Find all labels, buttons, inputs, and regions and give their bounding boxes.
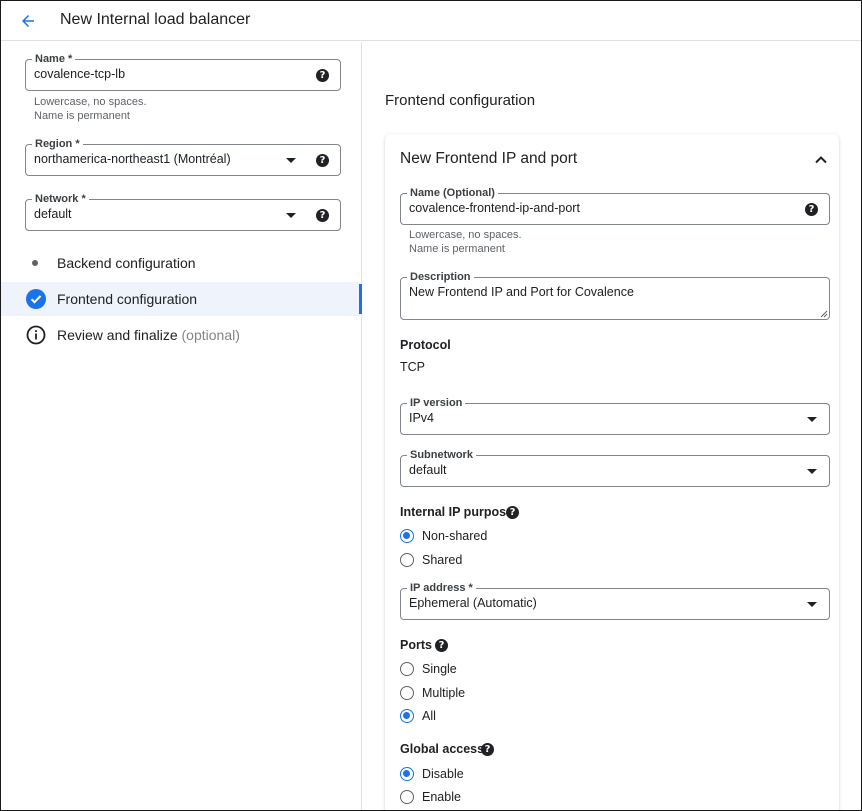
radio-label-all: All (422, 709, 436, 723)
region-select[interactable]: Region * northamerica-northeast1 (Montré… (25, 137, 341, 176)
frontend-card: New Frontend IP and port Name (Optional)… (385, 134, 839, 810)
subnetwork-value: default (409, 463, 447, 477)
frontend-name-label: Name (Optional) (407, 186, 498, 200)
step-backend-configuration[interactable]: Backend configuration (1, 246, 362, 280)
network-select[interactable]: Network * default ? (25, 192, 341, 231)
chevron-up-icon[interactable] (813, 152, 829, 168)
card-title: New Frontend IP and port (400, 150, 578, 167)
ip-version-value: IPv4 (409, 411, 435, 425)
chevron-down-icon (807, 602, 817, 607)
check-circle-icon (26, 289, 46, 309)
info-icon (26, 325, 46, 345)
arrow-left-icon (22, 15, 34, 27)
top-bar: New Internal load balancer (1, 1, 861, 41)
ip-address-select[interactable]: IP address * Ephemeral (Automatic) (400, 581, 830, 620)
right-pane: Frontend configuration New Frontend IP a… (363, 42, 861, 810)
radio-shared[interactable] (400, 553, 414, 567)
frontend-name-hint-permanent: Name is permanent (409, 243, 505, 255)
network-value: default (34, 207, 72, 221)
radio-label-disable: Disable (422, 767, 464, 781)
step-label-text: Review and finalize (57, 327, 178, 343)
frontend-name-value: covalence-frontend-ip-and-port (409, 201, 580, 215)
name-hint-permanent: Name is permanent (34, 110, 130, 122)
region-value: northamerica-northeast1 (Montréal) (34, 152, 231, 166)
radio-label-non-shared: Non-shared (422, 529, 488, 543)
radio-label-enable: Enable (422, 790, 461, 804)
chevron-down-icon (807, 469, 817, 474)
ip-version-select[interactable]: IP version IPv4 (400, 396, 830, 435)
radio-label-multiple: Multiple (422, 686, 466, 700)
section-title: Frontend configuration (385, 92, 536, 109)
name-field-label: Name * (32, 52, 76, 66)
radio-single[interactable] (400, 662, 414, 676)
help-icon[interactable]: ? (435, 639, 448, 652)
radio-multiple[interactable] (400, 686, 414, 700)
chevron-down-icon (286, 213, 296, 218)
help-icon[interactable]: ? (506, 506, 519, 519)
page-title: New Internal load balancer (60, 11, 251, 28)
region-label: Region * (32, 137, 83, 151)
internal-ip-purpose-label: Internal IP purpose (400, 505, 513, 519)
protocol-label: Protocol (400, 338, 451, 352)
radio-disable[interactable] (400, 767, 414, 781)
description-textarea[interactable]: Description New Frontend IP and Port for… (400, 270, 830, 320)
step-review-and-finalize[interactable]: Review and finalize (optional) (1, 318, 362, 352)
chevron-down-icon (286, 158, 296, 163)
name-hint-lowercase: Lowercase, no spaces. (34, 96, 147, 108)
back-button[interactable] (17, 10, 39, 32)
radio-label-shared: Shared (422, 553, 463, 567)
help-icon[interactable]: ? (805, 203, 818, 216)
dot-icon (32, 260, 38, 266)
chevron-down-icon (807, 417, 817, 422)
ip-version-label: IP version (407, 396, 466, 410)
subnetwork-label: Subnetwork (407, 448, 476, 462)
protocol-value: TCP (400, 360, 425, 374)
radio-label-single: Single (422, 662, 457, 676)
help-icon[interactable]: ? (316, 209, 329, 222)
step-frontend-configuration[interactable]: Frontend configuration (1, 282, 362, 316)
ip-address-label: IP address * (407, 581, 476, 595)
resize-handle-icon[interactable] (819, 309, 828, 318)
radio-non-shared[interactable] (400, 529, 414, 543)
step-label: Review and finalize (optional) (57, 327, 240, 343)
left-pane: Name * covalence-tcp-lb ? Lowercase, no … (1, 42, 362, 810)
description-label: Description (407, 270, 474, 284)
help-icon[interactable]: ? (316, 69, 329, 82)
subnetwork-select[interactable]: Subnetwork default (400, 448, 830, 487)
app-window: New Internal load balancer Name * covale… (0, 0, 862, 811)
help-icon[interactable]: ? (481, 743, 494, 756)
active-step-indicator (359, 284, 362, 314)
step-optional-text: (optional) (177, 327, 240, 343)
frontend-name-field[interactable]: Name (Optional) covalence-frontend-ip-an… (400, 186, 830, 225)
frontend-name-hint-lowercase: Lowercase, no spaces. (409, 229, 522, 241)
help-icon[interactable]: ? (316, 154, 329, 167)
step-label: Backend configuration (57, 255, 196, 271)
global-access-label: Global access (400, 742, 485, 756)
description-value: New Frontend IP and Port for Covalence (409, 285, 634, 299)
name-field-value: covalence-tcp-lb (34, 67, 126, 81)
ports-label: Ports (400, 638, 432, 652)
radio-enable[interactable] (400, 790, 414, 804)
name-field[interactable]: Name * covalence-tcp-lb ? (25, 52, 341, 91)
network-label: Network * (32, 192, 89, 206)
step-label: Frontend configuration (57, 291, 198, 307)
ip-address-value: Ephemeral (Automatic) (409, 596, 537, 610)
radio-all[interactable] (400, 709, 414, 723)
